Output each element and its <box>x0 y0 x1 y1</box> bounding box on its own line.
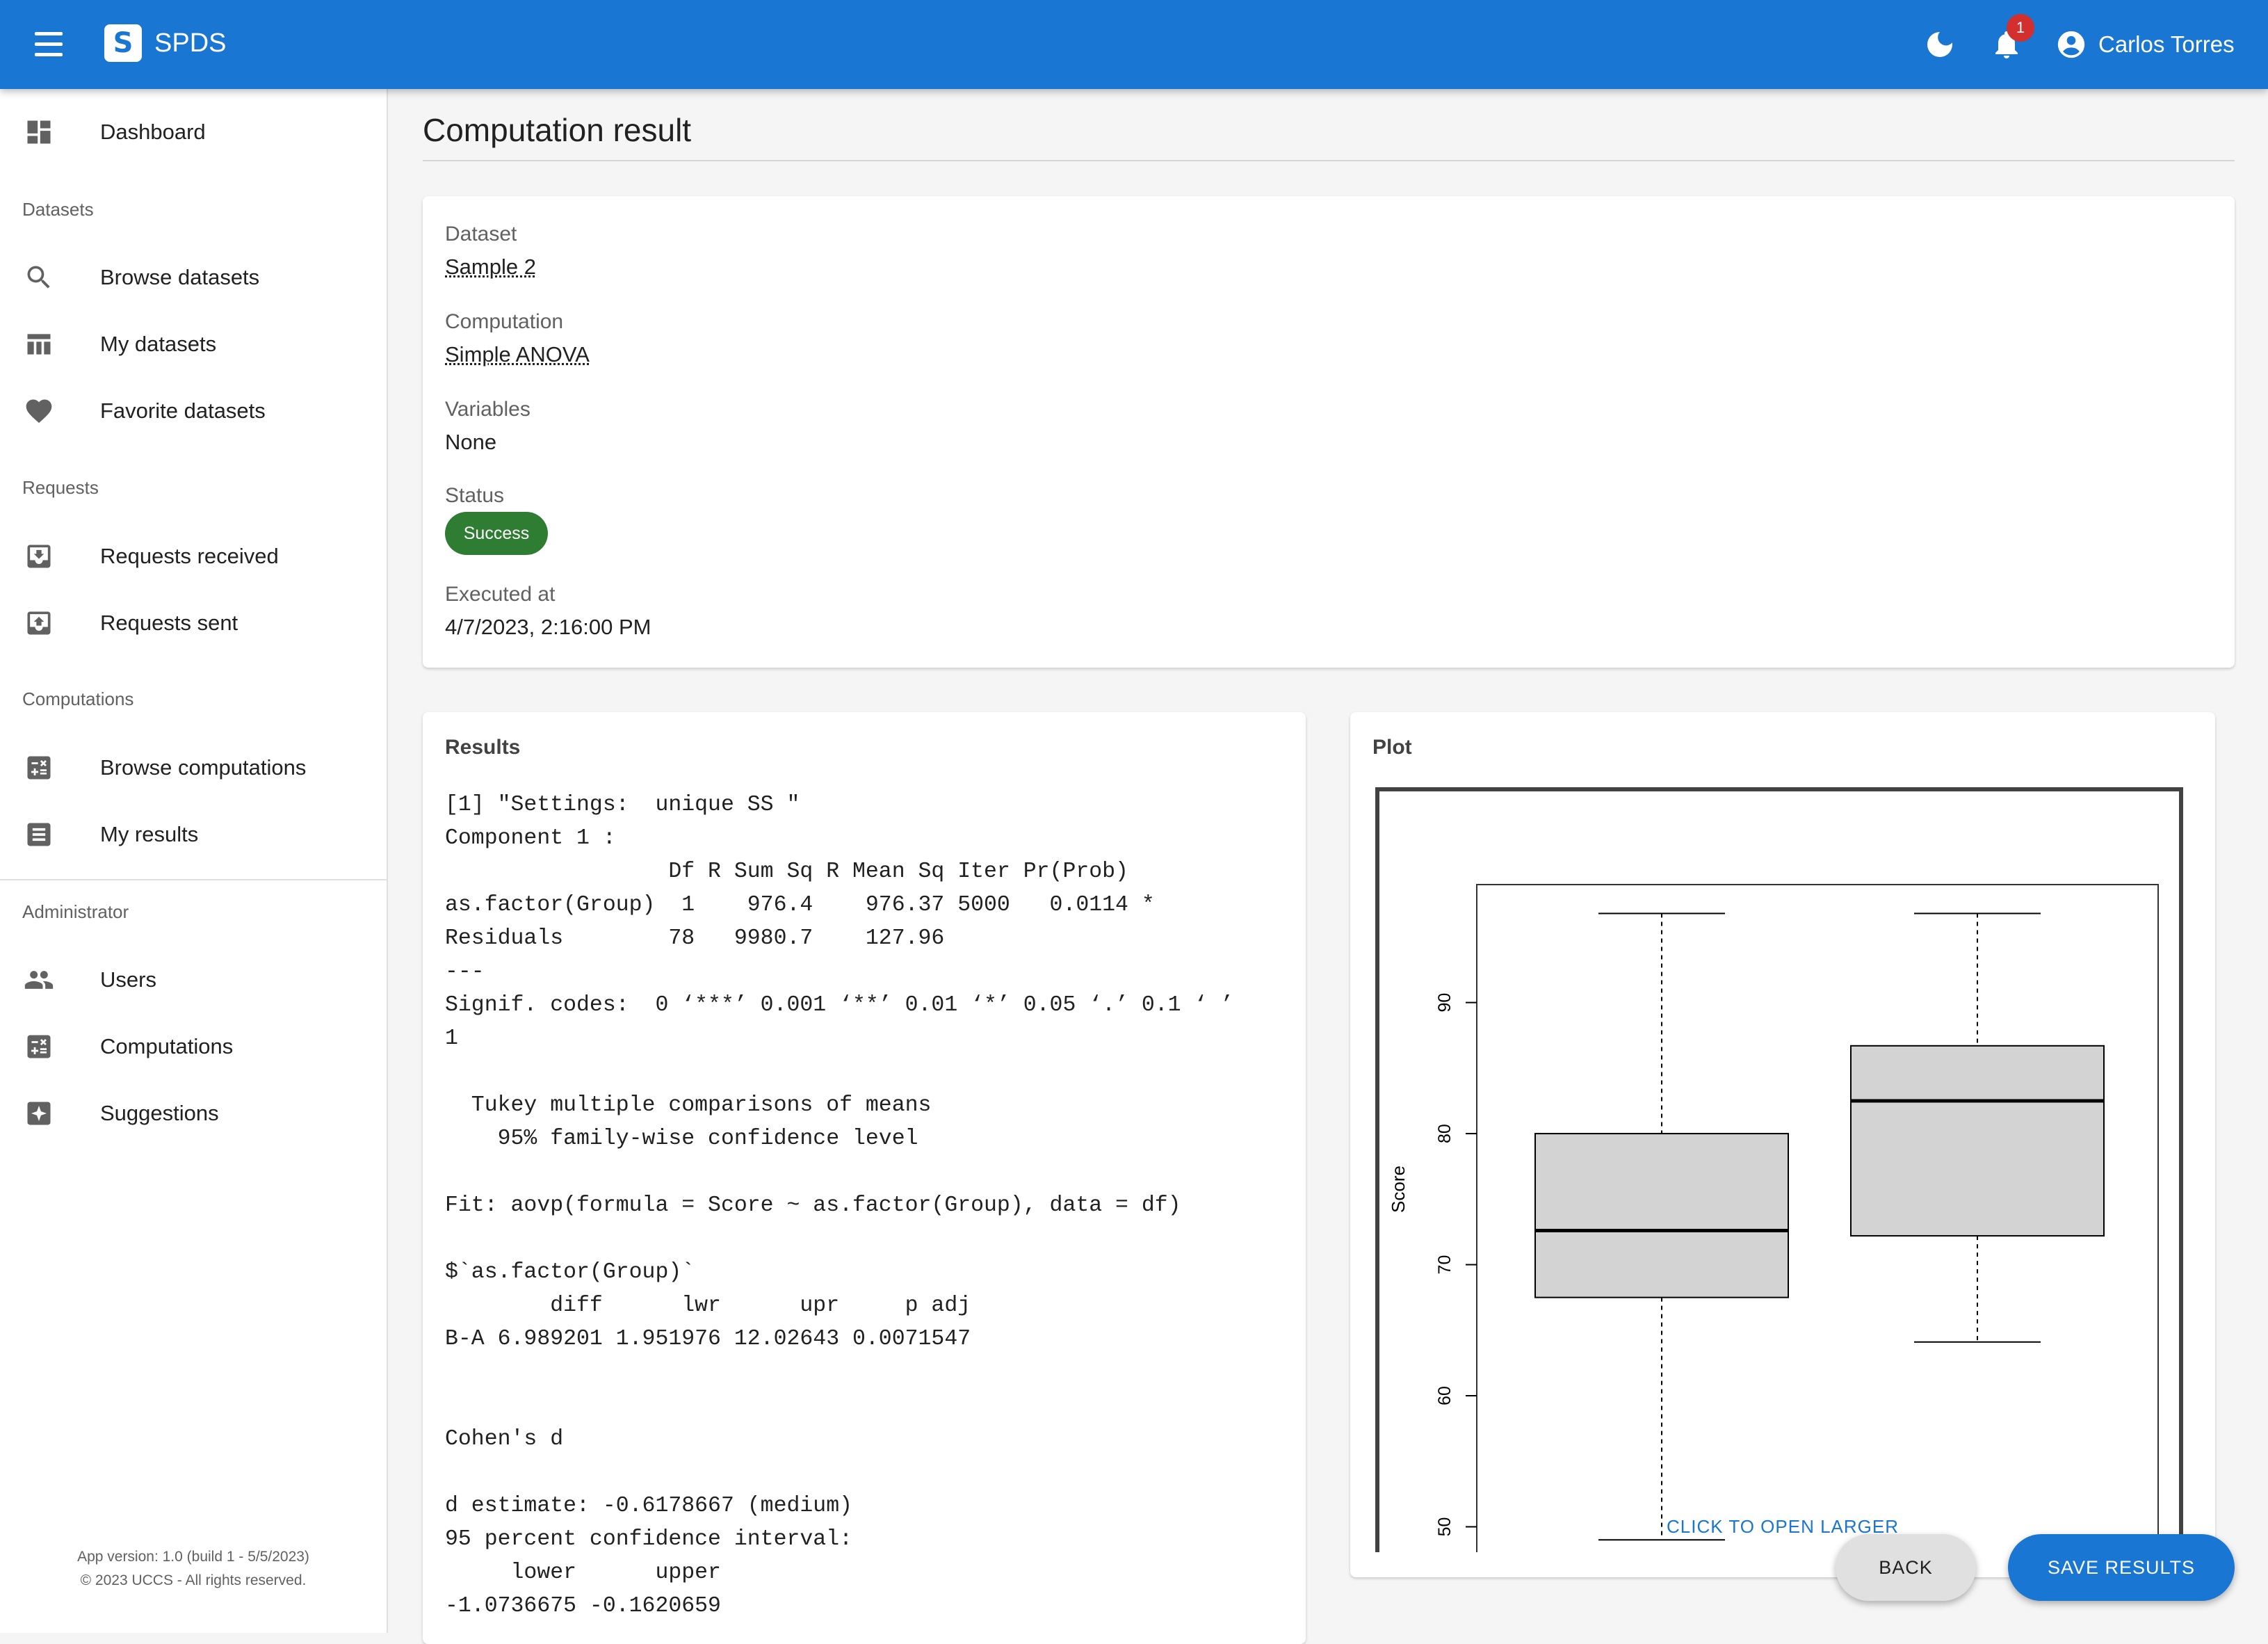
y-axis: 5060708090 <box>1435 993 1477 1537</box>
inbox-download-icon <box>24 541 54 572</box>
users-icon <box>24 965 54 995</box>
results-card: Results [1] "Settings: unique SS " Compo… <box>423 712 1306 1644</box>
user-menu[interactable]: Carlos Torres <box>2055 25 2235 64</box>
y-tick-label: 60 <box>1435 1386 1455 1405</box>
dark-mode-moon-icon[interactable] <box>1923 28 1957 61</box>
results-heading: Results <box>445 736 520 759</box>
page-title: Computation result <box>423 111 691 149</box>
notification-badge: 1 <box>2007 14 2034 42</box>
sidebar-item-requests-sent[interactable]: Requests sent <box>0 591 387 655</box>
footer-version: App version: 1.0 (build 1 - 5/5/2023) <box>0 1545 387 1569</box>
footer-copyright: © 2023 UCCS - All rights reserved. <box>0 1569 387 1593</box>
plot-heading: Plot <box>1372 736 1412 759</box>
box <box>1851 1046 2104 1236</box>
sidebar-item-label: Browse datasets <box>100 265 259 290</box>
inbox-upload-icon <box>24 608 54 638</box>
sidebar-item-label: Suggestions <box>100 1101 219 1126</box>
dataset-label: Dataset <box>445 223 517 246</box>
sidebar-item-favorite-datasets[interactable]: Favorite datasets <box>0 379 387 443</box>
sidebar-item-label: Favorite datasets <box>100 398 266 424</box>
sidebar-item-computations[interactable]: Computations <box>0 1015 387 1079</box>
sidebar: Dashboard Datasets Browse datasets My da… <box>0 89 388 1633</box>
details-card: Dataset Sample 2 Computation Simple ANOV… <box>423 196 2235 668</box>
search-icon <box>24 262 54 293</box>
title-divider <box>423 160 2235 161</box>
results-output: [1] "Settings: unique SS " Component 1 :… <box>445 789 1233 1623</box>
calculator-icon <box>24 1031 54 1062</box>
sidebar-item-requests-received[interactable]: Requests received <box>0 524 387 588</box>
y-tick-label: 80 <box>1435 1124 1455 1143</box>
sidebar-item-suggestions[interactable]: Suggestions <box>0 1081 387 1145</box>
section-requests: Requests <box>22 477 99 499</box>
sidebar-item-label: Requests received <box>100 544 279 569</box>
back-button[interactable]: BACK <box>1836 1534 1976 1601</box>
list-icon <box>24 819 54 850</box>
plot-image[interactable]: 50 60 70 80 90 Score <box>1375 787 2183 1552</box>
app-brand[interactable]: SPDS <box>154 26 226 60</box>
account-circle-icon <box>2055 29 2087 61</box>
status-label: Status <box>445 484 504 508</box>
section-computations: Computations <box>22 688 133 710</box>
sidebar-divider <box>0 879 387 880</box>
app-bar: S SPDS 1 Carlos Torres <box>0 0 2268 89</box>
y-tick-label: 70 <box>1435 1255 1455 1275</box>
sidebar-item-browse-datasets[interactable]: Browse datasets <box>0 245 387 309</box>
boxplot-chart: 5060708090 Score <box>1379 791 2179 1552</box>
y-axis-label: Score <box>1388 1166 1409 1213</box>
boxes-group <box>1535 913 2104 1552</box>
box <box>1535 1134 1788 1298</box>
computation-link[interactable]: Simple ANOVA <box>445 342 590 367</box>
sidebar-item-label: Browse computations <box>100 755 306 780</box>
sparkle-icon <box>24 1098 54 1129</box>
sidebar-item-my-results[interactable]: My results <box>0 803 387 867</box>
executed-at-value: 4/7/2023, 2:16:00 PM <box>445 615 651 640</box>
sidebar-item-label: Users <box>100 967 156 992</box>
user-name: Carlos Torres <box>2098 31 2235 58</box>
heart-icon <box>24 396 54 426</box>
section-administrator: Administrator <box>22 901 129 923</box>
dataset-link[interactable]: Sample 2 <box>445 255 536 280</box>
calculator-icon <box>24 752 54 783</box>
sidebar-item-browse-computations[interactable]: Browse computations <box>0 736 387 800</box>
sidebar-item-label: Dashboard <box>100 120 206 145</box>
plot-card: Plot 50 60 70 80 90 Score CLICK TO OPEN LARG… <box>1350 712 2215 1577</box>
sidebar-item-label: My datasets <box>100 332 216 357</box>
sidebar-item-label: Requests sent <box>100 611 238 636</box>
sidebar-item-users[interactable]: Users <box>0 948 387 1012</box>
table-icon <box>24 329 54 360</box>
section-datasets: Datasets <box>22 199 94 220</box>
executed-at-label: Executed at <box>445 583 555 606</box>
variables-value: None <box>445 430 496 455</box>
sidebar-item-label: My results <box>100 822 198 847</box>
computation-label: Computation <box>445 310 563 334</box>
sidebar-item-my-datasets[interactable]: My datasets <box>0 312 387 376</box>
app-logo[interactable]: S <box>104 24 142 62</box>
y-tick-label: 90 <box>1435 993 1455 1013</box>
status-badge: Success <box>445 512 548 555</box>
dashboard-icon <box>24 117 54 147</box>
variables-label: Variables <box>445 398 530 421</box>
menu-icon[interactable] <box>31 28 70 61</box>
sidebar-item-label: Computations <box>100 1034 233 1059</box>
save-results-button[interactable]: SAVE RESULTS <box>2008 1534 2235 1601</box>
sidebar-item-dashboard[interactable]: Dashboard <box>0 100 387 164</box>
